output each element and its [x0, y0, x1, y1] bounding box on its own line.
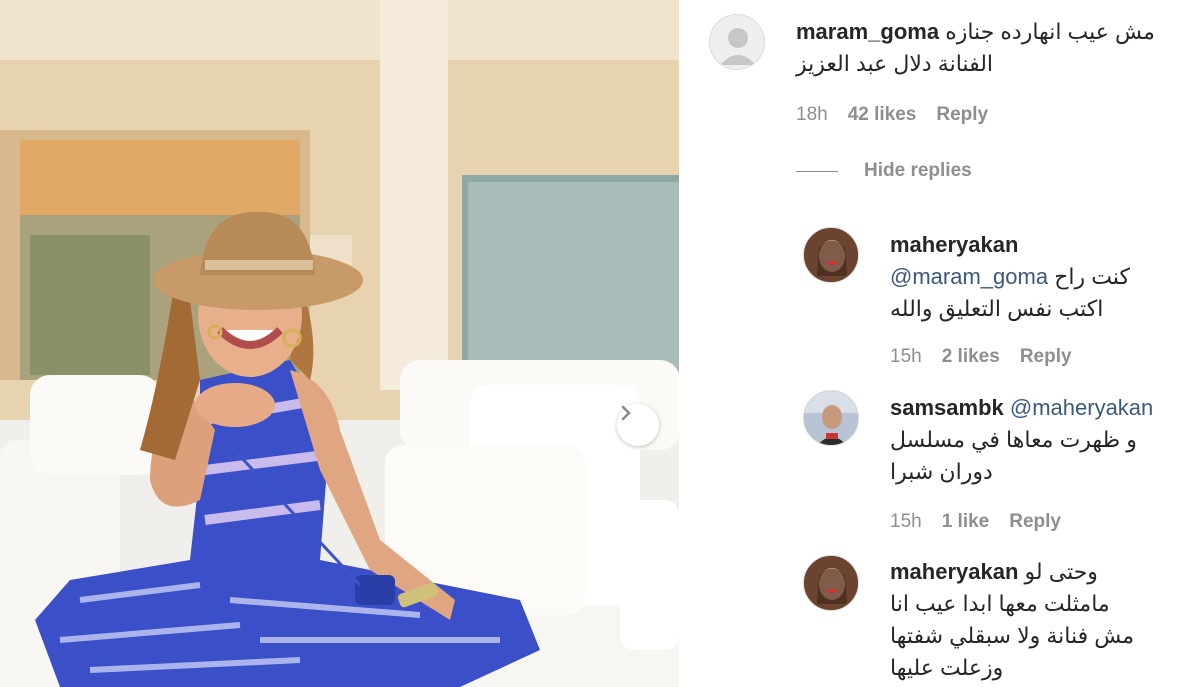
reply-body: samsambk @maheryakan و ظهرت معاها في مسل…: [890, 392, 1190, 488]
reply-username[interactable]: maheryakan: [890, 559, 1018, 584]
comment-text-line: مش عيب انهارده جنازه: [945, 19, 1155, 44]
reply-button[interactable]: Reply: [1009, 511, 1061, 533]
avatar[interactable]: [803, 227, 859, 283]
comment-text-line: الفنانة دلال عبد العزيز: [796, 51, 994, 76]
avatar[interactable]: [803, 555, 859, 611]
reply-likes[interactable]: 1 like: [942, 511, 990, 533]
next-photo-button[interactable]: [617, 404, 659, 446]
chevron-right-icon: [621, 405, 631, 421]
reply-text-line: مش فنانة ولا سبقلي شفتها: [890, 623, 1135, 648]
reply-text-line: دوران شبرا: [890, 459, 993, 484]
comment-time[interactable]: 18h: [796, 104, 828, 126]
reply-button[interactable]: Reply: [936, 104, 988, 126]
reply-meta: 15h 2 likes Reply: [890, 346, 1072, 368]
mention-link[interactable]: @maheryakan: [1010, 395, 1153, 420]
reply-text-line: وحتى لو: [1024, 559, 1098, 584]
reply-text-line: اكتب نفس التعليق والله: [890, 296, 1104, 321]
avatar[interactable]: [803, 390, 859, 446]
hide-replies-label: Hide replies: [864, 160, 972, 181]
reply-text-line: وزعلت عليها: [890, 655, 1004, 680]
reply-time[interactable]: 15h: [890, 511, 922, 533]
comment-meta: 18h 42 likes Reply: [796, 104, 988, 126]
reply-likes[interactable]: 2 likes: [942, 346, 1000, 368]
reply-meta: 15h 1 like Reply: [890, 511, 1061, 533]
reply-text-line: و ظهرت معاها في مسلسل: [890, 427, 1137, 452]
comment-body: maram_goma مش عيب انهارده جنازه الفنانة …: [796, 16, 1186, 80]
reply-username[interactable]: samsambk: [890, 395, 1004, 420]
comment-username[interactable]: maram_goma: [796, 19, 939, 44]
comments-panel[interactable]: maram_goma مش عيب انهارده جنازه الفنانة …: [679, 0, 1202, 687]
hide-replies-button[interactable]: Hide replies: [796, 160, 972, 182]
reply-text-line: مامثلت معها ابدا عيب انا: [890, 591, 1110, 616]
reply-text-line: كنت راح: [1054, 264, 1130, 289]
reply-body: maheryakan @maram_goma كنت راح اكتب نفس …: [890, 229, 1190, 325]
reply-button[interactable]: Reply: [1020, 346, 1072, 368]
mention-link[interactable]: @maram_goma: [890, 264, 1048, 289]
post-photo[interactable]: [0, 0, 679, 687]
photo-illustration: [0, 0, 679, 687]
comment-likes[interactable]: 42 likes: [848, 104, 917, 126]
reply-username[interactable]: maheryakan: [890, 229, 1190, 261]
reply-time[interactable]: 15h: [890, 346, 922, 368]
default-avatar-icon[interactable]: [709, 14, 765, 70]
reply-body: maheryakan وحتى لو مامثلت معها ابدا عيب …: [890, 556, 1190, 684]
divider: [796, 170, 838, 172]
